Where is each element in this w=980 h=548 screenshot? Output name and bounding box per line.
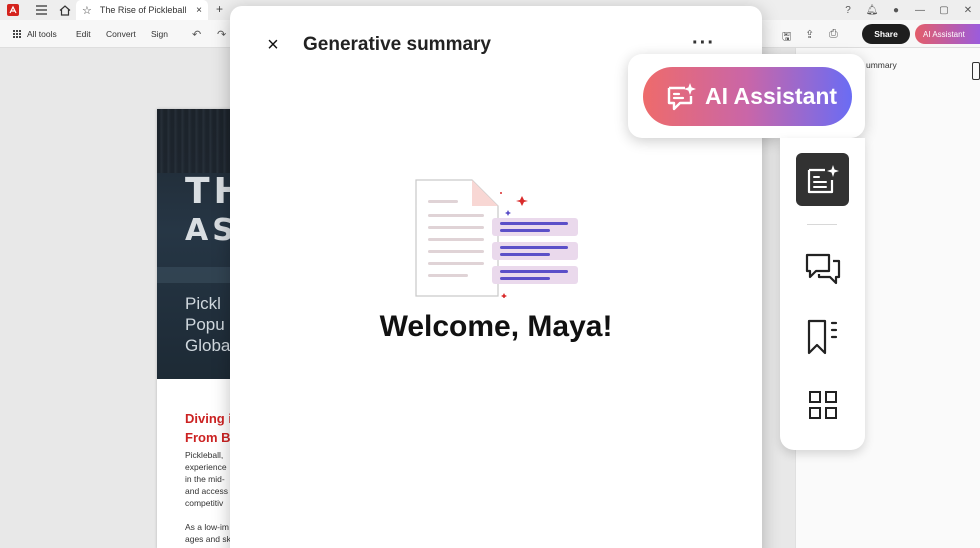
- redo-icon[interactable]: ↷: [217, 28, 226, 41]
- tab-close-icon[interactable]: ×: [196, 5, 202, 16]
- apps-grid-icon[interactable]: [12, 29, 21, 38]
- print-icon[interactable]: ⎙: [829, 28, 838, 41]
- new-tab-button[interactable]: +: [216, 2, 223, 16]
- hero-subtitle: Pickl Popu Globa: [185, 294, 231, 355]
- generative-summary-icon[interactable]: [796, 153, 849, 206]
- undo-icon[interactable]: ↶: [192, 28, 201, 41]
- convert-button[interactable]: Convert: [106, 29, 136, 39]
- thumbnails-icon[interactable]: [796, 378, 849, 431]
- tab-title: The Rise of Pickleball: [99, 5, 187, 15]
- panel-heading: ummary: [866, 60, 897, 70]
- avatar[interactable]: ●: [884, 5, 908, 16]
- panel-edge-icon[interactable]: [972, 62, 980, 80]
- ai-assistant-toolbar-button[interactable]: AI Assistant: [915, 24, 980, 44]
- upload-icon[interactable]: ⇪: [805, 28, 814, 41]
- dialog-title: Generative summary: [303, 34, 491, 55]
- article-body: Pickleball, experience in the mid- and a…: [185, 450, 231, 544]
- all-tools-button[interactable]: All tools: [27, 29, 57, 39]
- bell-icon[interactable]: 🔔︎: [860, 5, 884, 16]
- summary-illustration: [415, 179, 578, 298]
- ai-assistant-label: AI Assistant: [705, 83, 838, 109]
- comment-icon[interactable]: [796, 242, 849, 295]
- ai-assistant-popover: AI Assistant: [628, 54, 865, 138]
- ai-assistant-toolbar-label: AI Assistant: [923, 29, 965, 39]
- ai-assistant-button[interactable]: AI Assistant: [643, 67, 852, 126]
- bookmark-icon[interactable]: [796, 310, 849, 363]
- menu-icon[interactable]: [34, 3, 48, 17]
- acrobat-icon[interactable]: [6, 3, 20, 17]
- save-icon[interactable]: 🖫︎: [782, 28, 791, 47]
- window-controls: ? 🔔︎ ● — ▢ ✕: [836, 0, 980, 20]
- tool-rail: [780, 138, 865, 450]
- maximize-icon[interactable]: ▢: [932, 5, 956, 16]
- sign-button[interactable]: Sign: [151, 29, 168, 39]
- minimize-icon[interactable]: —: [908, 5, 932, 16]
- rail-divider: [807, 224, 837, 225]
- browser-tab[interactable]: ☆ The Rise of Pickleball ×: [76, 0, 208, 20]
- window-close-icon[interactable]: ✕: [956, 5, 980, 16]
- star-icon[interactable]: ☆: [82, 4, 92, 17]
- share-button[interactable]: Share: [862, 24, 910, 44]
- edit-button[interactable]: Edit: [76, 29, 91, 39]
- more-icon[interactable]: ···: [692, 32, 715, 55]
- close-icon[interactable]: ×: [264, 35, 282, 55]
- welcome-message: Welcome, Maya!: [379, 310, 613, 343]
- ai-chat-sparkle-icon: [667, 82, 696, 110]
- home-icon[interactable]: [58, 3, 72, 17]
- help-icon[interactable]: ?: [836, 5, 860, 16]
